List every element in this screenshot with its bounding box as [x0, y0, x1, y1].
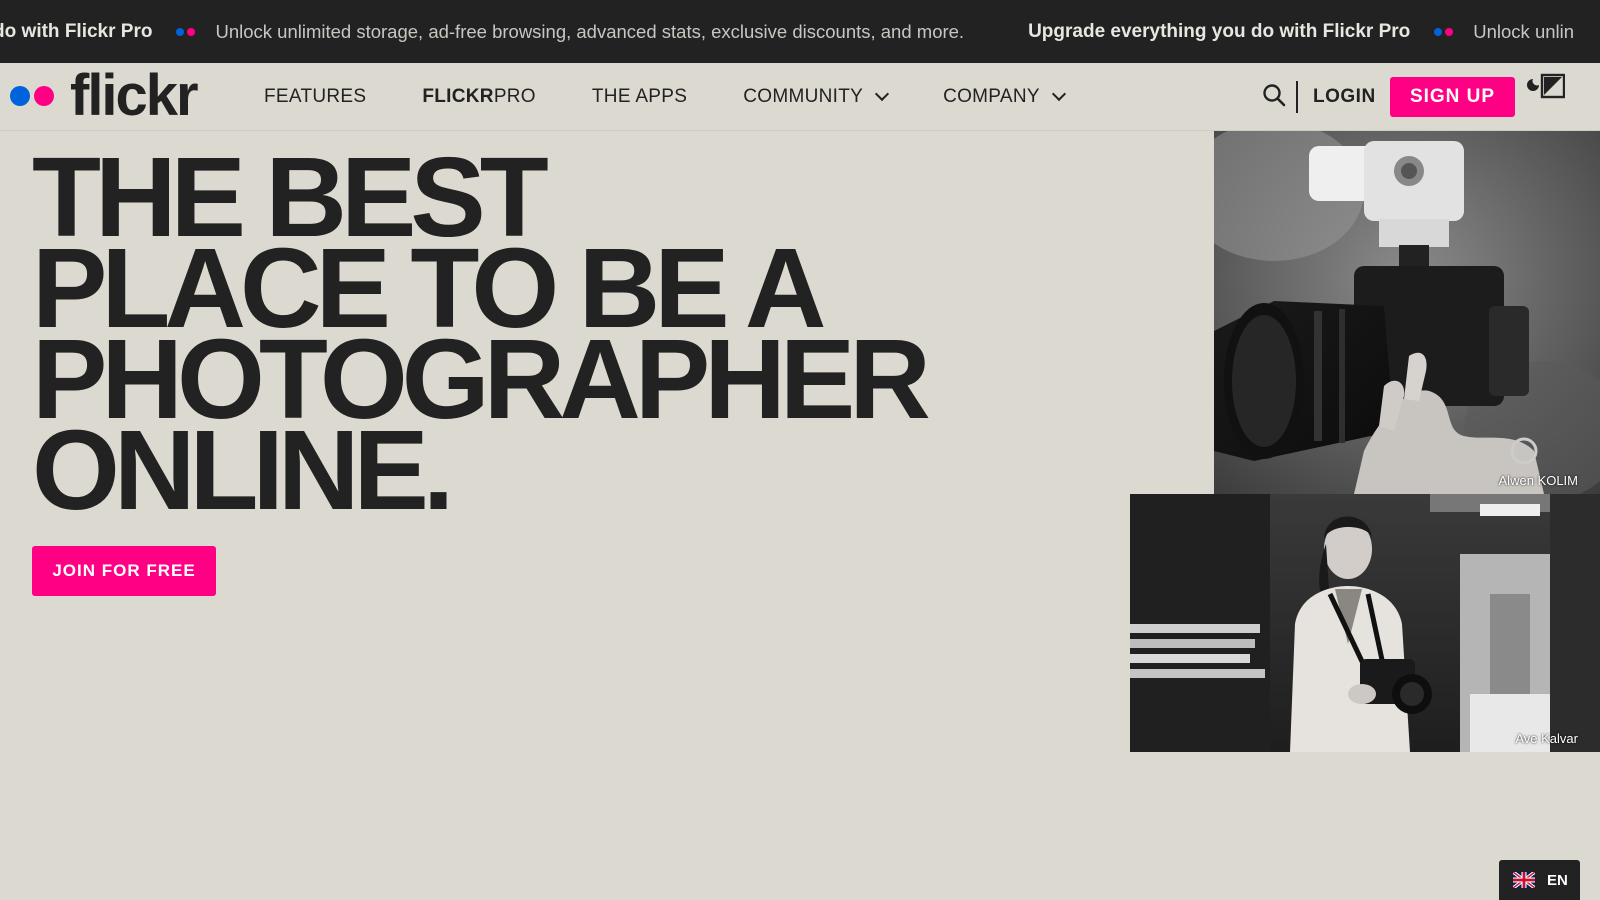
promo-track: you do with Flickr Pro Unlock unlimited … — [0, 0, 1600, 63]
uk-flag-icon — [1513, 872, 1535, 888]
login-link[interactable]: LOGIN — [1313, 63, 1376, 131]
hero-photo-photographer[interactable]: Ave Kalvar — [1130, 494, 1600, 752]
flickr-logo[interactable]: flickr — [10, 63, 199, 128]
photo-credit[interactable]: Alwen KOLIM — [1499, 473, 1578, 488]
nav-flickr-pro-bold: FLICKR — [422, 86, 494, 107]
theme-toggle-icon[interactable] — [1527, 73, 1565, 107]
logo-blue-dot — [10, 86, 30, 106]
chevron-down-icon — [1051, 86, 1066, 102]
photographer-photo-image — [1130, 494, 1600, 752]
nav-features[interactable]: FEATURES — [264, 86, 366, 108]
promo-text: Unlock unlin — [1473, 20, 1575, 42]
nav-flickr-pro[interactable]: FLICKR PRO — [422, 86, 536, 108]
nav-community-label: COMMUNITY — [743, 86, 864, 107]
promo-headline: you do with Flickr Pro — [0, 20, 153, 42]
sign-up-button[interactable]: SIGN UP — [1390, 77, 1515, 117]
flickr-dots-icon — [176, 27, 196, 36]
join-for-free-button[interactable]: JOIN FOR FREE — [32, 546, 216, 596]
language-code: EN — [1547, 871, 1568, 889]
nav-the-apps[interactable]: THE APPS — [592, 86, 687, 108]
promo-headline: Upgrade everything you do with Flickr Pr… — [1028, 20, 1411, 42]
promo-text: Unlock unlimited storage, ad-free browsi… — [215, 20, 965, 42]
flickr-dots-icon — [1434, 27, 1454, 36]
nav-company-label: COMPANY — [943, 86, 1040, 107]
site-header: flickr FEATURES FLICKR PRO THE APPS COMMU… — [0, 63, 1600, 131]
nav-community[interactable]: COMMUNITY — [743, 86, 890, 108]
hero-headline: THE BEST PLACE TO BE A PHOTOGRAPHER ONLI… — [32, 141, 1132, 527]
chevron-down-icon — [875, 86, 890, 102]
logo-pink-dot — [34, 86, 54, 106]
promo-banner[interactable]: you do with Flickr Pro Unlock unlimited … — [0, 0, 1600, 63]
nav-company[interactable]: COMPANY — [943, 86, 1066, 108]
logo-wordmark: flickr — [70, 63, 199, 128]
header-divider — [1296, 81, 1298, 113]
photo-credit[interactable]: Ave Kalvar — [1515, 731, 1578, 746]
nav-flickr-pro-rest: PRO — [493, 86, 536, 107]
main-nav: FEATURES FLICKR PRO THE APPS COMMUNITY CO… — [264, 63, 1120, 131]
language-selector[interactable]: EN — [1499, 860, 1580, 900]
camera-photo-image — [1214, 131, 1600, 494]
search-icon[interactable] — [1262, 83, 1286, 109]
hero-photo-camera[interactable]: Alwen KOLIM — [1214, 131, 1600, 494]
